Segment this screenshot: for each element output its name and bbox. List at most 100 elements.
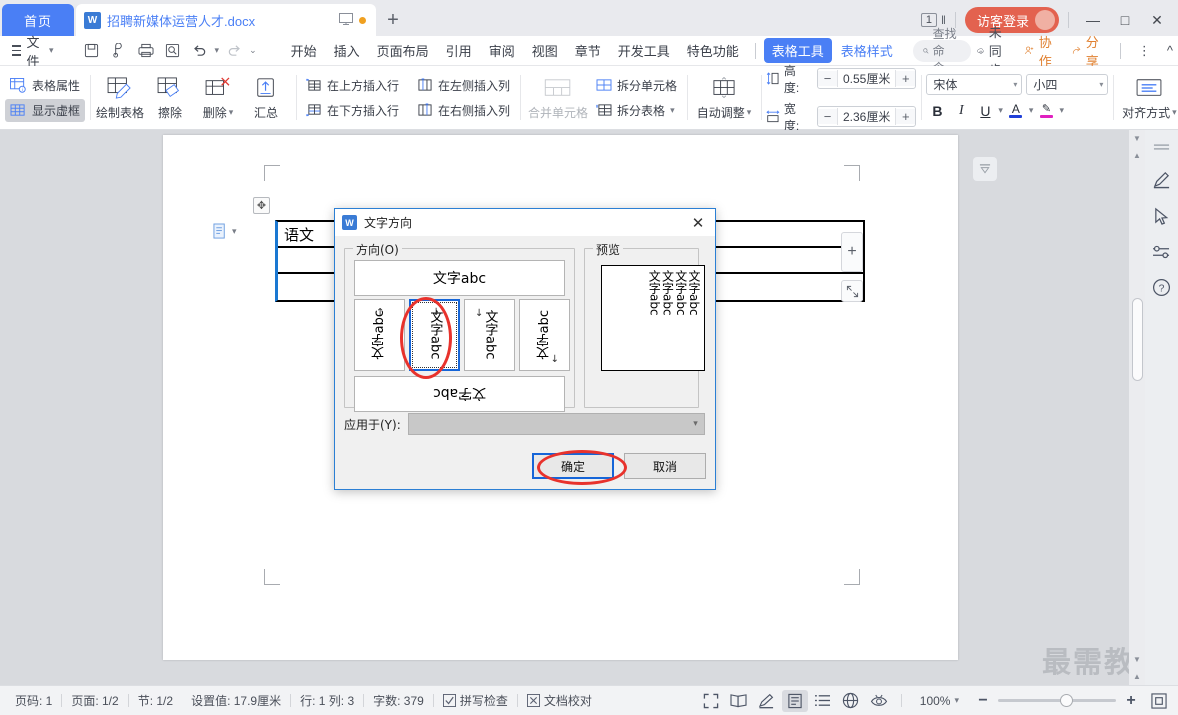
direction-option-upside-down[interactable]: 文字abc — [354, 376, 565, 412]
width-decrease-button[interactable]: − — [817, 109, 838, 124]
split-cells-button[interactable]: 拆分单元格 — [591, 74, 682, 97]
ribbon-tab-view[interactable]: 视图 — [524, 38, 566, 63]
direction-option-rotate-down[interactable]: 文字abc ↓ — [519, 299, 570, 371]
chevron-down-icon[interactable]: ▾ — [232, 226, 237, 237]
direction-option-horizontal[interactable]: 文字abc — [354, 260, 565, 296]
highlight-dropdown-icon[interactable]: ▾ — [1059, 105, 1064, 116]
ribbon-tab-developer[interactable]: 开发工具 — [610, 38, 678, 63]
share-button[interactable]: 分享 — [1066, 32, 1109, 70]
apply-to-select[interactable]: ▾ — [407, 413, 705, 435]
settings-sliders-icon[interactable] — [1152, 244, 1171, 260]
delete-button[interactable]: 删除 ▾ — [195, 73, 241, 123]
ribbon-tab-start[interactable]: 开始 — [283, 38, 325, 63]
eye-protection-icon[interactable] — [866, 690, 892, 712]
qat-more-icon[interactable]: ⌄ — [249, 45, 257, 56]
font-family-select[interactable]: 宋体 ▾ — [926, 73, 1023, 95]
new-tab-button[interactable]: + — [376, 4, 410, 36]
direction-option-vertical-rl[interactable]: 文字abc ↓ — [409, 299, 460, 371]
cancel-button[interactable]: 取消 — [624, 453, 706, 479]
height-stepper[interactable]: − 0.55厘米 + — [816, 68, 917, 89]
scroll-up-button[interactable]: ▲ — [1133, 147, 1141, 164]
fit-page-button[interactable] — [1146, 690, 1172, 712]
ribbon-tab-page-layout[interactable]: 页面布局 — [369, 38, 437, 63]
ribbon-tab-section[interactable]: 章节 — [567, 38, 609, 63]
direction-option-rotate-up[interactable]: 文字abc ↓ — [354, 299, 405, 371]
collaborate-button[interactable]: 协作 — [1019, 32, 1062, 70]
ok-button[interactable]: 确定 — [532, 453, 614, 479]
fullscreen-icon[interactable] — [698, 690, 724, 712]
underline-dropdown-icon[interactable]: ▾ — [998, 105, 1003, 116]
zoom-slider[interactable] — [998, 694, 1116, 707]
scroll-down-button[interactable]: ▼ — [1133, 651, 1141, 668]
undo-icon[interactable] — [188, 39, 212, 63]
ribbon-tab-table-styles[interactable]: 表格样式 — [833, 38, 901, 63]
collapse-ribbon-button[interactable]: ^ — [1161, 43, 1178, 58]
eraser-button[interactable]: 擦除 — [145, 73, 195, 123]
insert-col-left-button[interactable]: 在左侧插入列 — [412, 74, 515, 97]
tab-document[interactable]: W 招聘新媒体运营人才.docx — [76, 4, 376, 36]
insert-row-below-button[interactable]: 在下方插入行 — [301, 99, 404, 122]
scroll-top-icon[interactable]: ▼ — [1133, 130, 1141, 147]
web-view-icon[interactable] — [838, 690, 864, 712]
font-color-dropdown-icon[interactable]: ▾ — [1029, 105, 1034, 116]
cursor-icon[interactable] — [1153, 207, 1170, 226]
font-size-select[interactable]: 小四 ▾ — [1026, 73, 1109, 95]
zoom-in-button[interactable]: + — [1118, 690, 1144, 712]
split-table-button[interactable]: 拆分表格 ▾ — [591, 99, 682, 122]
draw-table-button[interactable]: 绘制表格 — [95, 73, 145, 123]
height-decrease-button[interactable]: − — [817, 71, 838, 86]
redo-icon[interactable] — [222, 39, 246, 63]
auto-fit-button[interactable]: 自动调整 ▾ — [692, 73, 756, 123]
print-icon[interactable] — [134, 39, 158, 63]
vertical-scrollbar[interactable]: ▼ ▲ ▼ ▲ — [1129, 130, 1145, 685]
object-anchor[interactable]: ▾ — [213, 223, 237, 240]
width-increase-button[interactable]: + — [896, 109, 916, 124]
rail-menu-icon[interactable] — [1153, 142, 1170, 152]
zoom-slider-thumb[interactable] — [1060, 694, 1073, 707]
table-move-handle[interactable]: ✥ — [253, 197, 270, 214]
width-stepper[interactable]: − 2.36厘米 + — [816, 106, 917, 127]
ribbon-tab-features[interactable]: 特色功能 — [679, 38, 747, 63]
doc-proof-button[interactable]: 文档校对 — [518, 692, 601, 709]
font-color-button[interactable]: A — [1005, 100, 1027, 122]
zoom-out-button[interactable]: − — [970, 690, 996, 712]
file-menu-button[interactable]: 文件 ▾ — [6, 32, 60, 70]
undo-dropdown-icon[interactable]: ▾ — [215, 45, 220, 56]
spell-check-button[interactable]: 拼写检查 — [434, 692, 517, 709]
show-gridlines-button[interactable]: 显示虚框 — [5, 98, 86, 122]
more-options-button[interactable]: ⋮ — [1132, 43, 1157, 59]
scroll-bottom-icon[interactable]: ▲ — [1133, 668, 1141, 685]
save-icon[interactable] — [80, 39, 104, 63]
dialog-close-button[interactable]: ✕ — [685, 210, 711, 236]
table-add-row-button[interactable]: + — [841, 232, 863, 272]
underline-button[interactable]: U — [974, 100, 996, 122]
text-direction-dialog[interactable]: W 文字方向 ✕ 方向(O) 文字abc 文字abc ↓ 文字abc ↓ 文字a… — [334, 208, 716, 490]
ribbon-tab-table-tools[interactable]: 表格工具 — [763, 38, 832, 63]
italic-button[interactable]: I — [950, 100, 972, 122]
search-command-box[interactable]: 查找命令... — [912, 27, 971, 75]
edit-pen-icon[interactable] — [754, 690, 780, 712]
cloud-save-icon[interactable] — [107, 39, 131, 63]
insert-col-right-button[interactable]: 在右侧插入列 — [412, 99, 515, 122]
print-preview-icon[interactable] — [161, 39, 185, 63]
ribbon-tab-review[interactable]: 审阅 — [481, 38, 523, 63]
presentation-icon[interactable] — [339, 12, 353, 28]
scrollbar-thumb[interactable] — [1131, 298, 1143, 381]
width-value[interactable]: 2.36厘米 — [837, 108, 897, 125]
layout-options-button[interactable] — [973, 157, 997, 181]
table-properties-button[interactable]: i 表格属性 — [5, 74, 85, 97]
direction-option-vertical-lr[interactable]: 文字abc ↓ — [464, 299, 515, 371]
help-icon[interactable]: ? — [1152, 278, 1171, 297]
height-value[interactable]: 0.55厘米 — [837, 70, 897, 87]
height-increase-button[interactable]: + — [896, 71, 916, 86]
book-view-icon[interactable] — [726, 690, 752, 712]
highlight-button[interactable]: ✎ — [1035, 100, 1057, 122]
summary-button[interactable]: 汇总 — [241, 73, 291, 123]
align-mode-button[interactable]: 对齐方式 ▾ — [1118, 73, 1178, 123]
pen-icon[interactable] — [1152, 170, 1171, 189]
insert-row-above-button[interactable]: 在上方插入行 — [301, 74, 404, 97]
ribbon-tab-references[interactable]: 引用 — [438, 38, 480, 63]
outline-view-icon[interactable] — [810, 690, 836, 712]
ribbon-tab-insert[interactable]: 插入 — [326, 38, 368, 63]
zoom-level-button[interactable]: 100% ▾ — [911, 694, 968, 708]
